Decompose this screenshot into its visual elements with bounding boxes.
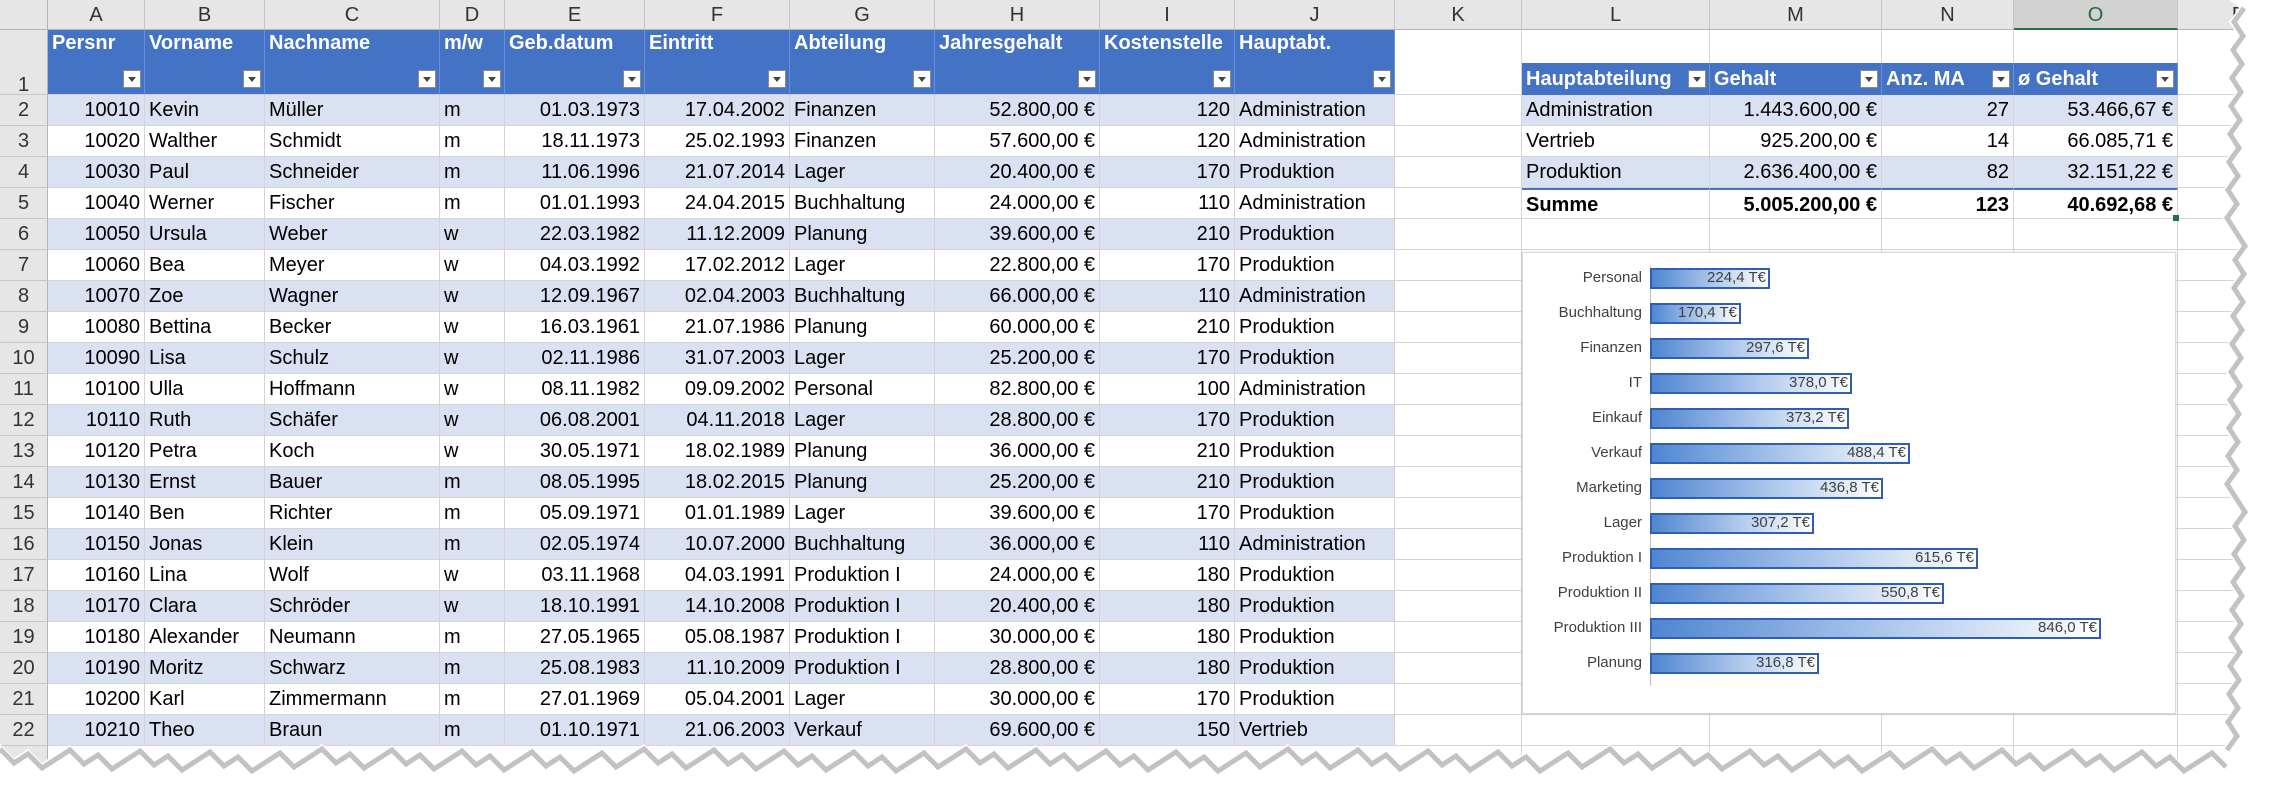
- spreadsheet: ABCDEFGHIJKLMNOP123456789101112131415161…: [0, 0, 2270, 791]
- torn-edge-frame: [0, 0, 2270, 791]
